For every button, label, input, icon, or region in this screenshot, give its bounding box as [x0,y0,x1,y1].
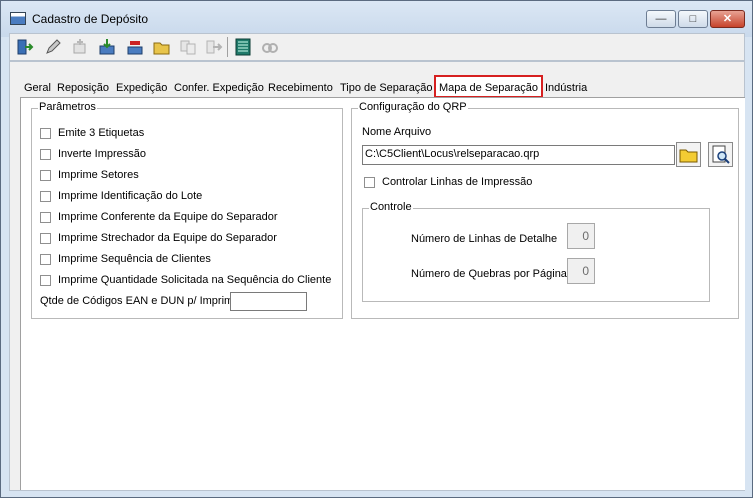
search-button[interactable] [258,36,281,58]
tab-expedicao[interactable]: Expedição [114,79,169,98]
tab-confer-expedicao[interactable]: Confer. Expedição [172,79,266,98]
option-label: Imprime Sequência de Clientes [58,253,211,265]
option-imprime-quantidade-solicitada[interactable]: Imprime Quantidade Solicitada na Sequênc… [40,274,331,286]
controle-group: Controle Número de Linhas de Detalhe 0 N… [362,201,710,302]
option-inverte-impressao[interactable]: Inverte Impressão [40,148,146,160]
tab-recebimento[interactable]: Recebimento [266,79,335,98]
checkbox[interactable] [40,253,51,265]
title-bar[interactable]: Cadastro de Depósito — □ ✕ [1,1,752,37]
quebras-pagina-label: Número de Quebras por Página [411,268,567,280]
tab-tipo-separacao[interactable]: Tipo de Separação [338,79,435,98]
checkbox[interactable] [40,127,51,139]
minimize-button[interactable]: — [646,10,676,28]
quebras-pagina-input[interactable]: 0 [567,258,595,284]
delete-button[interactable] [123,36,146,58]
parametros-group: Parâmetros Emite 3 Etiquetas Inverte Imp… [31,101,343,319]
exit-icon [17,39,33,55]
form-client-area: Geral Reposição Expedição Confer. Expedi… [9,61,745,491]
controlar-linhas-option[interactable]: Controlar Linhas de Impressão [364,176,532,188]
export-icon [206,40,222,54]
window-title: Cadastro de Depósito [32,12,149,26]
toolbar-separator [227,37,228,57]
main-window: Cadastro de Depósito — □ ✕ Geral Reposiç… [0,0,753,498]
tab-industria[interactable]: Indústria [543,79,589,98]
export-button[interactable] [202,36,225,58]
tab-panel-mapa-separacao: Parâmetros Emite 3 Etiquetas Inverte Imp… [20,97,745,490]
nome-arquivo-label: Nome Arquivo [362,126,432,138]
delete-icon [127,41,142,55]
report-button[interactable] [231,36,254,58]
checkbox[interactable] [40,211,51,223]
search-icon [261,43,278,53]
minimize-icon: — [655,13,667,25]
new-icon [73,39,85,54]
option-imprime-setores[interactable]: Imprime Setores [40,169,139,181]
option-label: Imprime Conferente da Equipe do Separado… [58,211,278,223]
option-label: Imprime Strechador da Equipe do Separado… [58,232,277,244]
qrp-config-title: Configuração do QRP [358,101,468,113]
qrp-config-group: Configuração do QRP Nome Arquivo C:\C5Cl… [351,101,739,319]
checkbox[interactable] [40,169,51,181]
option-label: Inverte Impressão [58,148,147,160]
copy-icon [180,40,195,55]
copy-button[interactable] [176,36,199,58]
close-icon: ✕ [722,13,733,25]
close-button[interactable]: ✕ [710,10,745,28]
app-icon [10,12,26,25]
option-label: Imprime Setores [58,169,139,181]
tab-geral[interactable]: Geral [22,79,53,98]
maximize-icon: □ [689,13,697,25]
checkbox[interactable] [40,190,51,202]
open-button[interactable] [150,36,173,58]
checkbox[interactable] [40,274,51,286]
qtde-ean-dun-label: Qtde de Códigos EAN e DUN p/ Imprimir [40,295,240,307]
checkbox[interactable] [40,232,51,244]
toolbar [9,33,745,61]
folder-icon [679,149,697,162]
new-button[interactable] [68,36,91,58]
checkbox[interactable] [364,176,375,188]
option-emite-3-etiquetas[interactable]: Emite 3 Etiquetas [40,127,144,139]
option-imprime-strechador[interactable]: Imprime Strechador da Equipe do Separado… [40,232,277,244]
edit-icon [45,39,61,54]
tab-mapa-separacao[interactable]: Mapa de Separação [434,75,543,98]
tab-reposicao[interactable]: Reposição [55,79,111,98]
linhas-detalhe-label: Número de Linhas de Detalhe [411,233,558,245]
edit-button[interactable] [41,36,64,58]
preview-report-button[interactable] [708,142,733,167]
nome-arquivo-input[interactable]: C:\C5Client\Locus\relseparacao.qrp [362,145,675,165]
save-button[interactable] [95,36,118,58]
checkbox[interactable] [40,148,51,160]
qtde-ean-dun-input[interactable] [230,292,307,311]
option-imprime-conferente[interactable]: Imprime Conferente da Equipe do Separado… [40,211,278,223]
option-label: Imprime Identificação do Lote [58,190,203,202]
controlar-linhas-label: Controlar Linhas de Impressão [382,176,533,188]
controle-title: Controle [369,201,413,213]
option-imprime-sequencia-clientes[interactable]: Imprime Sequência de Clientes [40,253,211,265]
option-imprime-identificacao-lote[interactable]: Imprime Identificação do Lote [40,190,202,202]
linhas-detalhe-input[interactable]: 0 [567,223,595,249]
save-icon [99,39,114,55]
option-label: Imprime Quantidade Solicitada na Sequênc… [58,274,332,286]
browse-file-button[interactable] [676,142,701,167]
exit-button[interactable] [13,36,36,58]
parametros-title: Parâmetros [38,101,97,113]
open-icon [153,42,169,55]
preview-icon [712,145,730,164]
maximize-button[interactable]: □ [678,10,708,28]
option-label: Emite 3 Etiquetas [58,127,145,139]
report-icon [235,38,250,56]
